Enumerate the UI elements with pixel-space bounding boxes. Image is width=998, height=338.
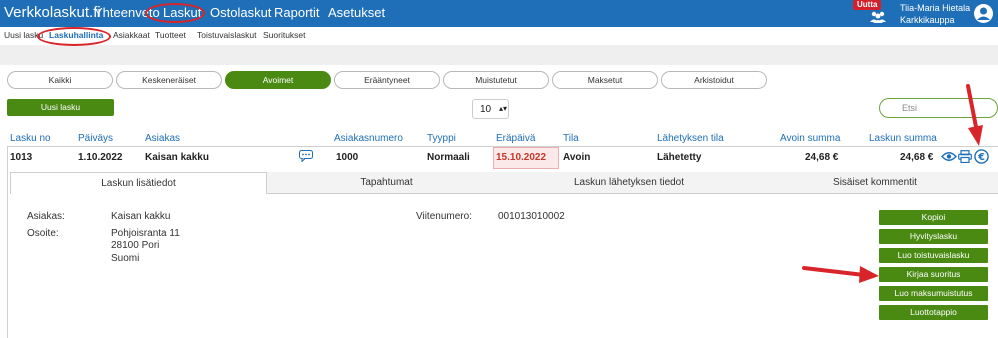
row-date: 1.10.2022 — [78, 152, 123, 163]
user-company: Karkkikauppa — [900, 15, 955, 25]
credit-loss-button[interactable]: Luottotappio — [879, 305, 988, 320]
view-eye-icon[interactable] — [941, 151, 957, 162]
address-line-3: Suomi — [111, 253, 140, 264]
user-avatar-icon[interactable] — [973, 3, 994, 24]
row-total-amount: 24,68 € — [900, 152, 934, 163]
nav-asetukset[interactable]: Asetukset — [328, 5, 385, 20]
tab-lahetyksen-tiedot[interactable]: Laskun lähetyksen tiedot — [506, 172, 752, 194]
row-invoice-no[interactable]: 1013 — [10, 152, 32, 163]
col-header-customer[interactable]: Asiakas — [145, 133, 180, 144]
annotation-arrow-down — [966, 84, 983, 146]
customer-value: Kaisan kakku — [111, 211, 171, 222]
euro-payment-icon[interactable]: € — [974, 149, 989, 164]
filter-keskeneraiset[interactable]: Keskeneräiset — [116, 71, 222, 89]
create-reminder-button[interactable]: Luo maksumuistutus — [879, 286, 988, 301]
col-header-status[interactable]: Tila — [563, 133, 579, 144]
col-header-open-amount[interactable]: Avoin summa — [780, 133, 840, 144]
col-header-invoice-no[interactable]: Lasku no — [10, 133, 51, 144]
page-size-value: 10 — [480, 104, 492, 115]
address-line-1: Pohjoisranta 11 — [111, 228, 180, 239]
credit-note-button[interactable]: Hyvityslasku — [879, 229, 988, 244]
filter-avoimet[interactable]: Avoimet — [225, 71, 331, 89]
nav-ostolaskut[interactable]: Ostolaskut — [210, 5, 271, 20]
col-header-send-status[interactable]: Lähetyksen tila — [657, 133, 724, 144]
filter-maksetut[interactable]: Maksetut — [552, 71, 658, 89]
reference-label: Viitenumero: — [416, 211, 472, 222]
row-customer: Kaisan kakku — [145, 152, 209, 163]
address-line-2: 28100 Pori — [111, 240, 160, 251]
col-header-total-amount[interactable]: Laskun summa — [869, 133, 937, 144]
filter-kaikki[interactable]: Kaikki — [7, 71, 113, 89]
new-badge[interactable]: Uutta — [853, 0, 882, 10]
screenshot-root: Verkkolaskut.fi Yhteenveto Laskut Ostola… — [0, 0, 998, 338]
user-name: Tiia-Maria Hietala — [900, 3, 971, 13]
filter-arkistoidut[interactable]: Arkistoidut — [661, 71, 767, 89]
row-due-date: 15.10.2022 — [496, 152, 547, 163]
col-header-date[interactable]: Päiväys — [78, 133, 113, 144]
chevron-updown-icon: ▴▾ — [499, 104, 508, 113]
users-icon[interactable] — [869, 11, 887, 23]
annotation-circle-laskut — [145, 3, 205, 23]
comment-icon[interactable] — [299, 150, 313, 162]
row-status: Avoin — [563, 152, 591, 163]
filter-muistutetut[interactable]: Muistutetut — [443, 71, 549, 89]
new-invoice-button[interactable]: Uusi lasku — [7, 99, 114, 116]
row-open-amount: 24,68 € — [805, 152, 839, 163]
copy-button[interactable]: Kopioi — [879, 210, 988, 225]
subnav-toistuvaislaskut[interactable]: Toistuvaislaskut — [197, 30, 257, 40]
annotation-circle-laskuhallinta — [37, 27, 111, 46]
create-recurring-button[interactable]: Luo toistuvaislasku — [879, 248, 988, 263]
tab-tapahtumat[interactable]: Tapahtumat — [267, 172, 506, 194]
row-customer-no: 1000 — [336, 152, 359, 163]
svg-text:€: € — [977, 152, 985, 163]
customer-label: Asiakas: — [27, 211, 65, 222]
subnav-suoritukset[interactable]: Suoritukset — [263, 30, 306, 40]
search-placeholder: Etsi — [902, 103, 918, 113]
tab-sisaiset-kommentit[interactable]: Sisäiset kommentit — [752, 172, 998, 194]
col-header-customer-no[interactable]: Asiakasnumero — [334, 133, 403, 144]
col-header-due-date[interactable]: Eräpäivä — [496, 133, 535, 144]
sub-navbar: Uusi lasku Laskuhallinta Asiakkaat Tuott… — [0, 27, 998, 45]
subnav-tuotteet[interactable]: Tuotteet — [155, 30, 186, 40]
gray-divider-band — [0, 45, 998, 65]
address-label: Osoite: — [27, 228, 59, 239]
tab-laskun-lisatiedot[interactable]: Laskun lisätiedot — [10, 172, 267, 194]
row-type: Normaali — [427, 152, 470, 163]
subnav-asiakkaat[interactable]: Asiakkaat — [113, 30, 150, 40]
brand-logo-text[interactable]: Verkkolaskut.fi — [4, 4, 101, 21]
page-size-select[interactable]: 10 ▴▾ — [472, 99, 509, 119]
col-header-type[interactable]: Tyyppi — [427, 133, 456, 144]
filter-eraantyneet[interactable]: Erääntyneet — [334, 71, 440, 89]
print-icon[interactable] — [958, 150, 972, 163]
record-payment-button[interactable]: Kirjaa suoritus — [879, 267, 988, 282]
nav-raportit[interactable]: Raportit — [274, 5, 320, 20]
row-send-status: Lähetetty — [657, 152, 702, 163]
annotation-arrow-right — [802, 266, 879, 283]
reference-value: 001013010002 — [498, 211, 565, 222]
